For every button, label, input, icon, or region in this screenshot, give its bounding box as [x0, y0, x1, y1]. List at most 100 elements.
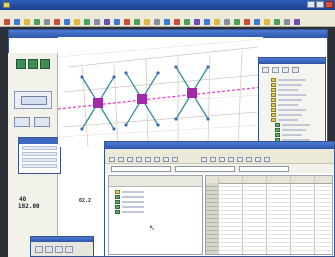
tool-button-b[interactable] [34, 117, 50, 127]
layer-tree-item[interactable] [271, 88, 298, 92]
selection-line[interactable] [58, 86, 263, 110]
data-toolbar-button[interactable] [237, 157, 243, 162]
properties-row[interactable] [22, 164, 57, 168]
data-grid[interactable] [205, 175, 333, 255]
layer-tree-item[interactable] [271, 93, 306, 97]
network-map-canvas[interactable] [58, 37, 263, 147]
menu-item[interactable] [4, 10, 16, 18]
menu-item[interactable] [106, 10, 118, 18]
data-toolbar-button[interactable] [228, 157, 234, 162]
object-tree-item[interactable] [115, 200, 144, 204]
table-row[interactable] [218, 251, 332, 254]
layer-tree-item[interactable] [271, 113, 302, 117]
layer-tool-button[interactable] [272, 67, 279, 73]
menu-item[interactable] [157, 10, 169, 18]
toolbar-button[interactable] [4, 19, 10, 25]
toolbar-button[interactable] [284, 19, 290, 25]
toolbar-button[interactable] [294, 19, 300, 25]
menu-item[interactable] [123, 10, 135, 18]
menu-item[interactable] [72, 10, 84, 18]
toolbar-button[interactable] [154, 19, 160, 25]
toolbar-button[interactable] [254, 19, 260, 25]
toolbar-button[interactable] [104, 19, 110, 25]
layer-tile-1[interactable] [16, 59, 26, 69]
toolbar-button[interactable] [244, 19, 250, 25]
data-toolbar-button[interactable] [118, 157, 124, 162]
toolbar-button[interactable] [64, 19, 70, 25]
layer-tree-item[interactable] [271, 108, 306, 112]
layer-tree-item[interactable] [271, 78, 306, 82]
properties-row[interactable] [22, 152, 57, 156]
toolbar-button[interactable] [34, 19, 40, 25]
close-button[interactable] [325, 1, 333, 8]
data-toolbar-button[interactable] [109, 157, 115, 162]
minimize-button[interactable] [307, 1, 315, 8]
preview-box[interactable] [14, 91, 52, 109]
layer-tool-button[interactable] [262, 67, 269, 73]
layer-tree-item[interactable] [271, 83, 302, 87]
toolbar-button[interactable] [264, 19, 270, 25]
menu-item[interactable] [89, 10, 101, 18]
mini-tool-button[interactable] [45, 246, 53, 253]
mini-tool-button[interactable] [65, 246, 73, 253]
data-toolbar-button[interactable] [127, 157, 133, 162]
properties-row[interactable] [22, 158, 57, 162]
selector-field[interactable] [111, 166, 171, 172]
layer-tool-button[interactable] [292, 67, 299, 73]
grid-row-header[interactable] [206, 251, 218, 254]
toolbar-button[interactable] [234, 19, 240, 25]
mini-tool-button[interactable] [55, 246, 63, 253]
layer-tree-item[interactable] [275, 128, 306, 132]
object-tree-item[interactable] [115, 195, 144, 199]
toolbar-button[interactable] [144, 19, 150, 25]
selector-field[interactable] [175, 166, 235, 172]
toolbar-button[interactable] [14, 19, 20, 25]
toolbar-button[interactable] [164, 19, 170, 25]
layer-tree-item[interactable] [275, 133, 302, 137]
menu-item[interactable] [38, 10, 50, 18]
layer-tree-item[interactable] [271, 98, 302, 102]
mini-tool-button[interactable] [35, 246, 43, 253]
data-toolbar-button[interactable] [136, 157, 142, 162]
toolbar-button[interactable] [184, 19, 190, 25]
data-toolbar-button[interactable] [201, 157, 207, 162]
data-toolbar-button[interactable] [246, 157, 252, 162]
tool-button-a[interactable] [14, 117, 30, 127]
properties-row[interactable] [22, 146, 57, 150]
data-toolbar-button[interactable] [145, 157, 151, 162]
toolbar-button[interactable] [274, 19, 280, 25]
toolbar-button[interactable] [114, 19, 120, 25]
data-toolbar-button[interactable] [264, 157, 270, 162]
toolbar-button[interactable] [24, 19, 30, 25]
object-tree-item[interactable] [115, 190, 144, 194]
toolbar-button[interactable] [124, 19, 130, 25]
toolbar-button[interactable] [54, 19, 60, 25]
data-toolbar-button[interactable] [172, 157, 178, 162]
toolbar-button[interactable] [194, 19, 200, 25]
object-tree-item[interactable] [115, 205, 144, 209]
toolbar-button[interactable] [84, 19, 90, 25]
toolbar-button[interactable] [214, 19, 220, 25]
toolbar-button[interactable] [74, 19, 80, 25]
toolbar-button[interactable] [134, 19, 140, 25]
data-toolbar-button[interactable] [163, 157, 169, 162]
toolbar-button[interactable] [204, 19, 210, 25]
layer-tree-item[interactable] [271, 118, 298, 122]
layer-tree-item[interactable] [271, 103, 298, 107]
layer-tile-3[interactable] [40, 59, 50, 69]
menu-item[interactable] [21, 10, 33, 18]
object-tree-item[interactable] [115, 210, 144, 214]
data-toolbar-button[interactable] [255, 157, 261, 162]
layer-tool-button[interactable] [282, 67, 289, 73]
layer-tile-2[interactable] [28, 59, 38, 69]
data-toolbar-button[interactable] [154, 157, 160, 162]
toolbar-button[interactable] [224, 19, 230, 25]
menu-item[interactable] [55, 10, 67, 18]
maximize-button[interactable] [316, 1, 324, 8]
data-toolbar-button[interactable] [210, 157, 216, 162]
layer-tree-item[interactable] [275, 123, 310, 127]
toolbar-button[interactable] [44, 19, 50, 25]
data-toolbar-button[interactable] [219, 157, 225, 162]
selector-field[interactable] [239, 166, 289, 172]
toolbar-button[interactable] [94, 19, 100, 25]
